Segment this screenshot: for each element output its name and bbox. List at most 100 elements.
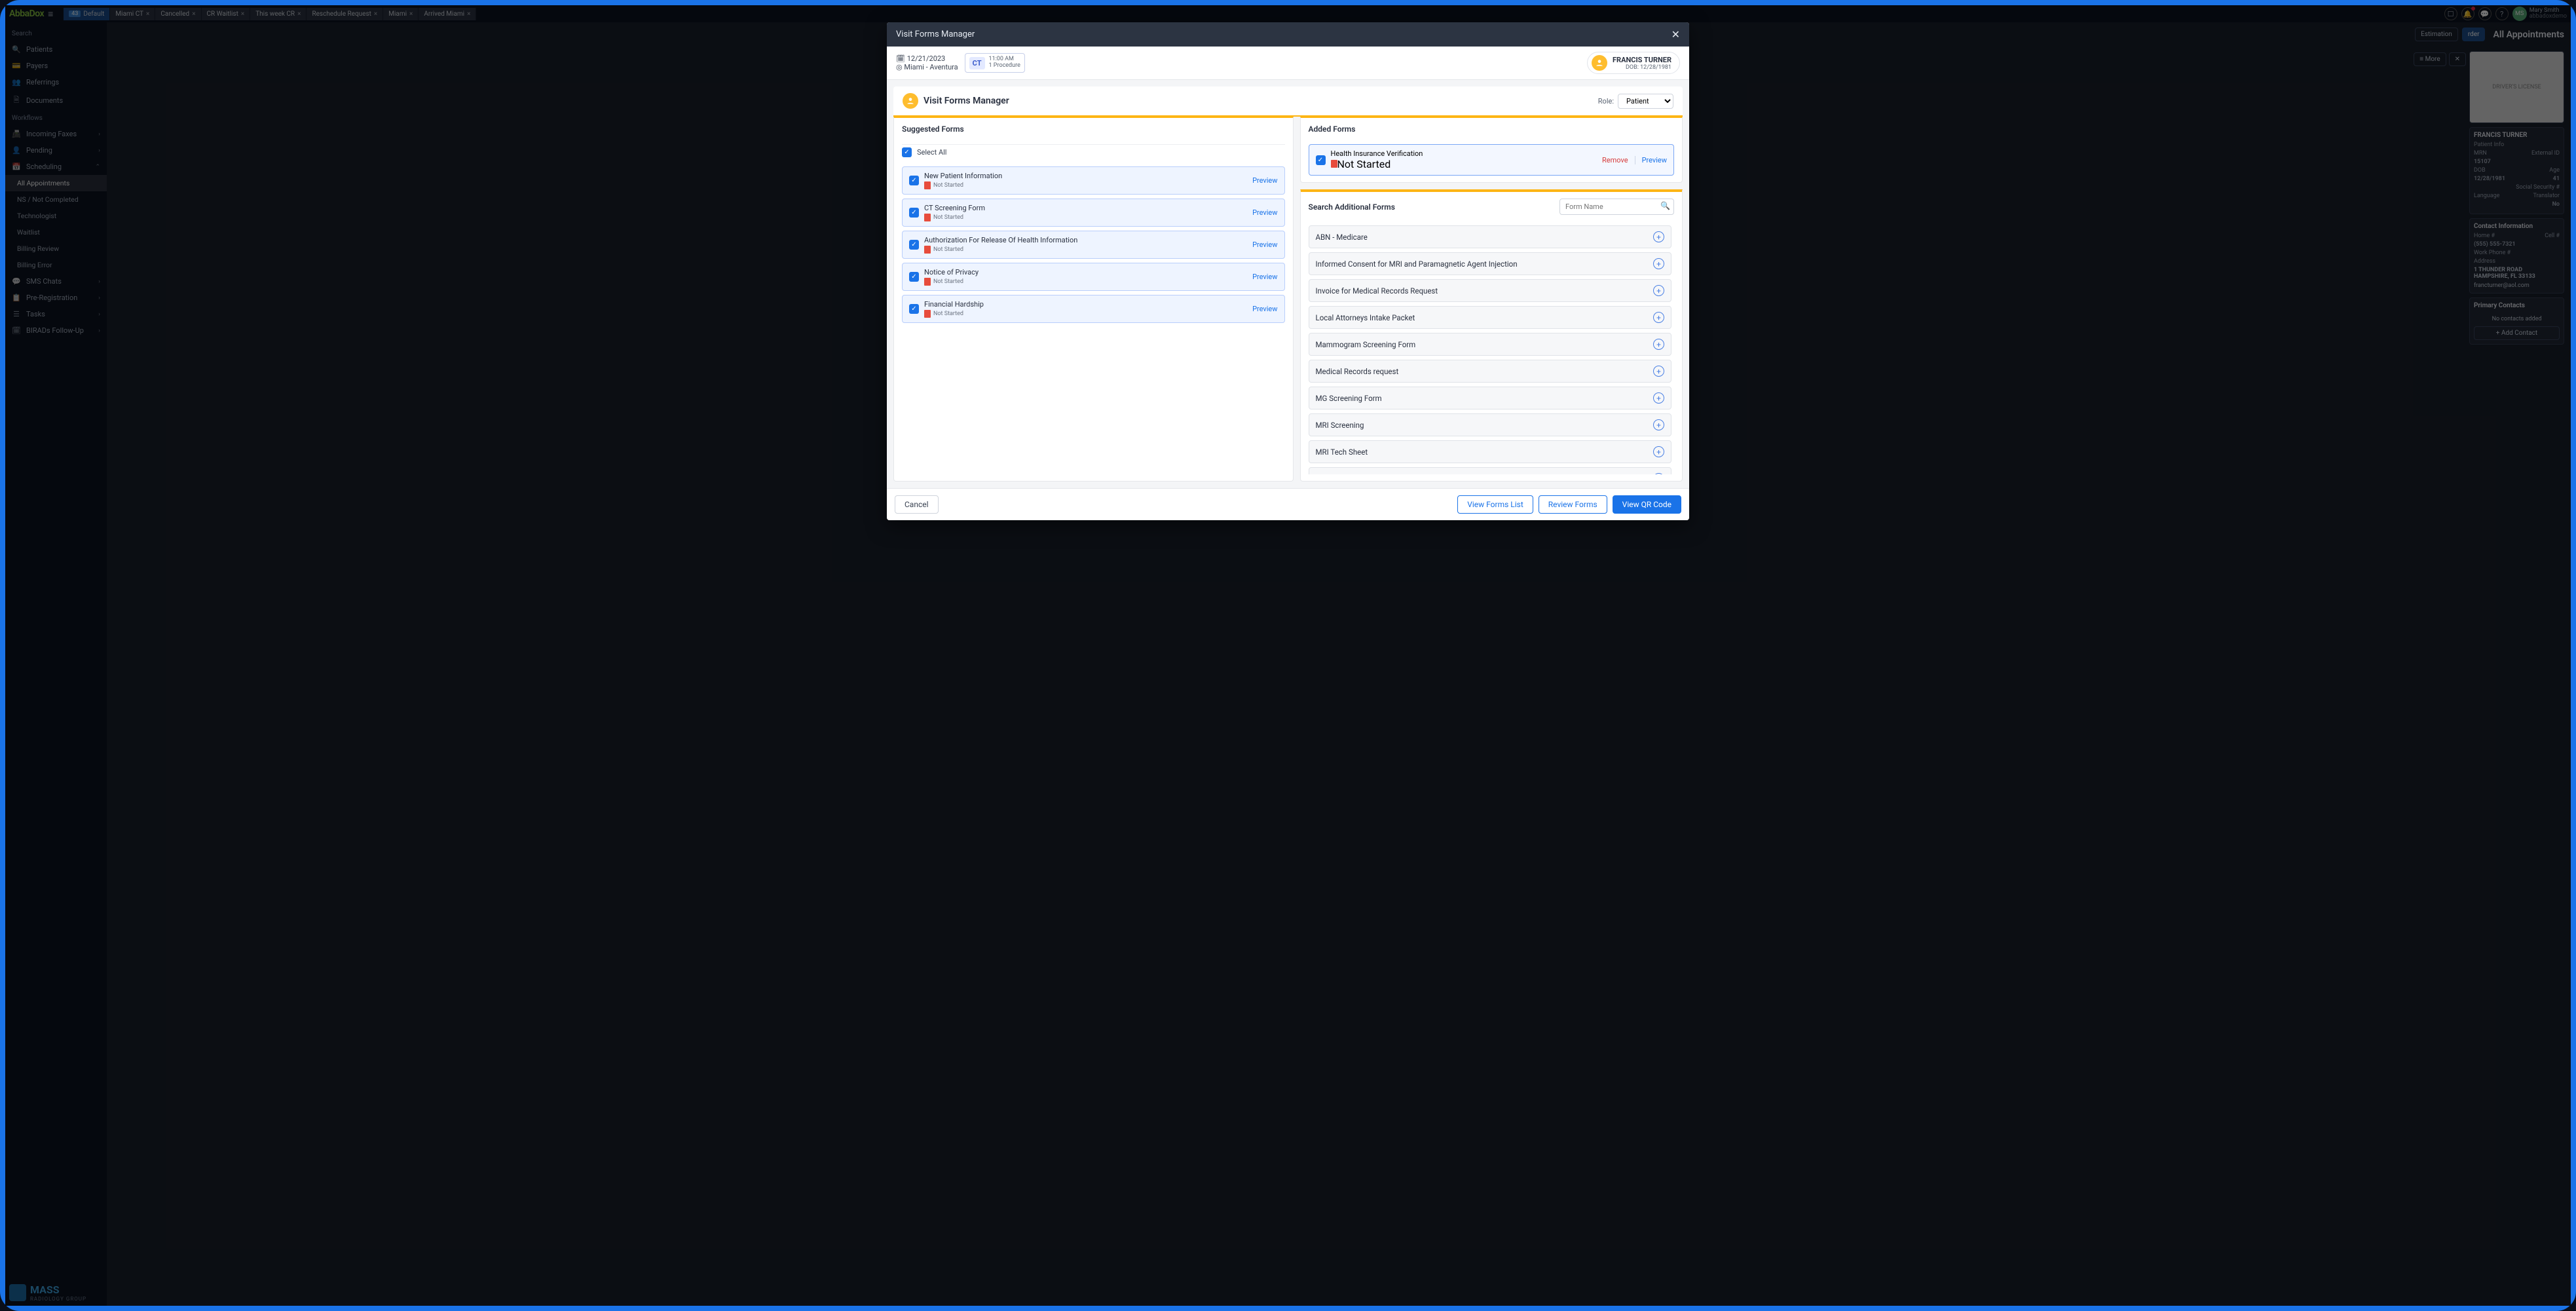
search-additional-panel: Search Additional Forms 🔍 ABN - Medicare… [1300,189,1683,482]
cancel-button[interactable]: Cancel [895,495,939,514]
added-form-title: Health Insurance Verification [1331,149,1423,158]
status-text: Not Started [1337,158,1391,170]
select-all-row[interactable]: ✓ Select All [902,144,1285,161]
remove-link[interactable]: Remove [1602,156,1628,164]
calendar-icon: 🗓 [896,54,905,63]
select-all-label: Select All [917,148,946,157]
form-name: Local Attorneys Intake Packet [1316,313,1415,322]
suggested-form-row: ✓ Notice of Privacy Not Started Preview [902,263,1285,291]
additional-form-row: Mammogram Screening Form+ [1309,333,1672,356]
search-icon[interactable]: 🔍 [1660,201,1670,210]
pdf-icon [924,246,931,254]
add-icon[interactable]: + [1653,231,1664,242]
checkbox-icon[interactable]: ✓ [909,304,919,314]
checkbox-icon[interactable]: ✓ [909,176,919,185]
add-icon[interactable]: + [1653,312,1664,323]
preview-link[interactable]: Preview [1252,273,1277,281]
add-icon[interactable]: + [1653,339,1664,350]
person-icon [1592,55,1607,71]
section-header: Visit Forms Manager Role: Patient [893,86,1683,117]
preview-link[interactable]: Preview [1252,176,1277,185]
status-text: Not Started [933,214,963,221]
preview-link[interactable]: Preview [1635,156,1667,164]
add-icon[interactable]: + [1653,473,1664,474]
status-text: Not Started [933,278,963,285]
modal-title-text: Visit Forms Manager [896,29,975,39]
patient-name: FRANCIS TURNER [1613,56,1671,64]
visit-location: Miami - Aventura [904,63,958,71]
form-title: Authorization For Release Of Health Info… [924,236,1077,244]
form-title: New Patient Information [924,172,1002,180]
form-name: MRI Tech Sheet [1316,447,1368,457]
additional-form-row: Local Attorneys Intake Packet + [1309,306,1672,329]
pdf-icon [1331,160,1337,168]
visit-date: 12/21/2023 [907,54,946,63]
suggested-forms-panel: Suggested Forms ✓ Select All ✓ New Patien… [893,117,1294,482]
close-icon[interactable]: ✕ [1671,28,1680,41]
additional-form-row: Online Patient Portal Registration Form + [1309,467,1672,474]
preview-link[interactable]: Preview [1252,305,1277,313]
checkbox-icon[interactable]: ✓ [1316,155,1326,165]
add-icon[interactable]: + [1653,285,1664,296]
preview-link[interactable]: Preview [1252,208,1277,217]
section-title: Visit Forms Manager [924,96,1009,106]
form-name: MG Screening Form [1316,394,1382,403]
modal-footer: Cancel View Forms List Review Forms View… [887,488,1689,520]
suggested-form-row: ✓ New Patient Information Not Started Previ… [902,166,1285,195]
add-icon[interactable]: + [1653,419,1664,430]
patient-dob: DOB: 12/28/1981 [1613,64,1671,71]
role-select[interactable]: Patient [1618,94,1673,109]
add-icon[interactable]: + [1653,392,1664,404]
modal-titlebar: Visit Forms Manager ✕ [887,22,1689,47]
view-qr-code-button[interactable]: View QR Code [1613,495,1681,514]
visit-procedure-count: 1 Procedure [989,63,1020,69]
form-title: CT Screening Form [924,204,985,212]
status-text: Not Started [933,311,963,317]
checkbox-icon[interactable]: ✓ [909,208,919,218]
role-label: Role: [1598,97,1614,105]
view-forms-list-button[interactable]: View Forms List [1457,495,1533,514]
suggested-forms-header: Suggested Forms [902,124,1285,139]
form-name: Medical Records request [1316,367,1399,376]
form-name: Informed Consent for MRI and Paramagneti… [1316,259,1518,269]
added-forms-header: Added Forms [1309,124,1675,139]
status-text: Not Started [933,246,963,253]
person-icon [903,93,918,109]
modality-badge: CT [969,57,985,69]
added-forms-panel: Added Forms ✓ Health Insurance Verificat… [1300,117,1683,183]
review-forms-button[interactable]: Review Forms [1539,495,1607,514]
suggested-form-row: ✓Financial HardshipNot StartedPreview [902,295,1285,323]
search-additional-header: Search Additional Forms [1309,202,1395,212]
form-name: MRI Screening [1316,421,1364,430]
visit-context: 🗓 12/21/2023 ◎ Miami - Aventura CT 11:00… [887,47,1689,80]
location-icon: ◎ [896,63,903,71]
additional-form-row: MG Screening Form + [1309,387,1672,409]
add-icon[interactable]: + [1653,366,1664,377]
additional-form-row: MRI Screening + [1309,413,1672,436]
checkbox-icon[interactable]: ✓ [909,272,919,282]
status-text: Not Started [933,182,963,189]
pdf-icon [924,181,931,189]
form-name: Online Patient Portal Registration Form [1316,474,1446,475]
added-form-row: ✓ Health Insurance Verification Not Star… [1309,144,1675,176]
add-icon[interactable]: + [1653,258,1664,269]
modal-overlay: Visit Forms Manager ✕ 🗓 12/21/2023 ◎ Mia… [5,5,2571,1306]
additional-form-row: MRI Tech Sheet + [1309,440,1672,463]
additional-form-row: Medical Records request + [1309,360,1672,383]
pdf-icon [924,278,931,286]
modality-chip: CT 11:00 AM 1 Procedure [965,53,1025,73]
checkbox-icon[interactable]: ✓ [909,240,919,250]
additional-form-row: ABN - Medicare + [1309,225,1672,248]
suggested-form-row: ✓ Authorization For Release Of Health Inf… [902,231,1285,259]
search-input[interactable] [1559,199,1674,215]
additional-form-row: Informed Consent for MRI and Paramagneti… [1309,252,1672,275]
additional-form-row: Invoice for Medical Records Request + [1309,279,1672,302]
patient-pill[interactable]: FRANCIS TURNERDOB: 12/28/1981 [1587,52,1680,74]
pdf-icon [924,214,931,221]
form-name: ABN - Medicare [1316,233,1368,242]
add-icon[interactable]: + [1653,446,1664,457]
preview-link[interactable]: Preview [1252,240,1277,249]
checkbox-icon[interactable]: ✓ [902,147,912,157]
form-title: Notice of Privacy [924,268,979,276]
form-name: Invoice for Medical Records Request [1316,286,1438,295]
